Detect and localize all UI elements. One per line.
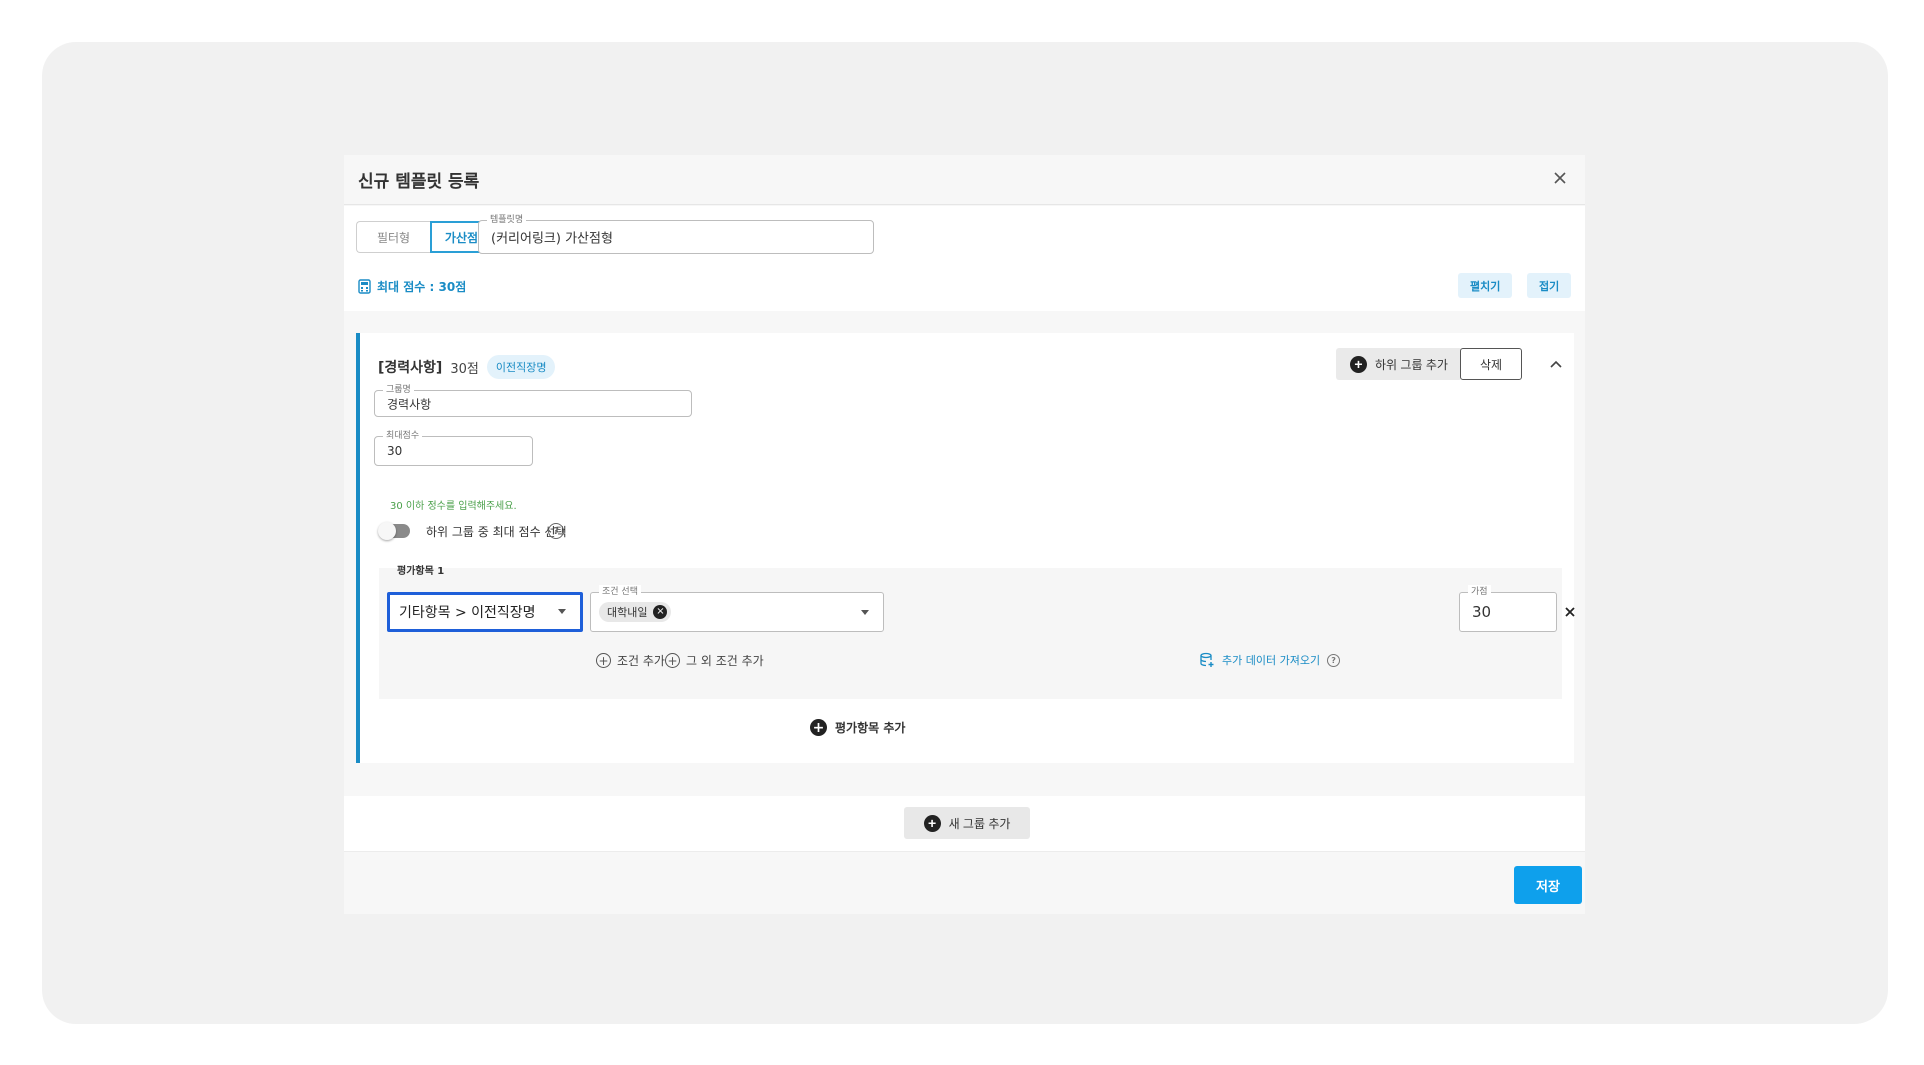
template-settings: 필터형 가산점형 템플릿명 (커리어링크) 가산점형 최대 점수 : 30점 펼… bbox=[344, 206, 1585, 311]
plus-circle-outline-icon: + bbox=[665, 653, 680, 668]
modal-title: 신규 템플릿 등록 bbox=[358, 172, 480, 192]
caret-down-icon bbox=[558, 609, 566, 614]
plus-circle-outline-icon: + bbox=[596, 653, 611, 668]
caret-down-icon bbox=[861, 610, 869, 615]
max-score-field-value: 30 bbox=[387, 444, 403, 458]
chip-remove-icon[interactable]: × bbox=[653, 605, 668, 619]
condition-chip-label: 대학내일 bbox=[607, 606, 648, 619]
add-eval-item-label: 평가항목 추가 bbox=[835, 721, 906, 735]
toggle-knob bbox=[378, 522, 396, 540]
modal-header: 신규 템플릿 등록 bbox=[344, 155, 1585, 205]
max-score-text: 최대 점수 : 30점 bbox=[377, 280, 467, 294]
group-badge: 이전직장명 bbox=[486, 355, 556, 379]
group-name-value: 경력사항 bbox=[387, 397, 432, 411]
add-subgroup-button[interactable]: + 하위 그룹 추가 bbox=[1336, 348, 1462, 380]
bonus-score-label: 가점 bbox=[1468, 585, 1491, 599]
fetch-extra-data-label: 추가 데이터 가져오기 bbox=[1222, 654, 1321, 667]
plus-circle-icon: + bbox=[810, 719, 827, 736]
expand-all-button[interactable]: 펼치기 bbox=[1458, 273, 1513, 298]
max-score-subgroup-toggle[interactable] bbox=[378, 522, 410, 540]
collapse-all-button[interactable]: 접기 bbox=[1527, 273, 1572, 298]
group-name-field[interactable]: 그룹명 경력사항 bbox=[374, 383, 692, 417]
save-button[interactable]: 저장 bbox=[1514, 866, 1582, 904]
close-icon[interactable] bbox=[1551, 169, 1569, 187]
new-group-strip: + 새 그룹 추가 bbox=[344, 796, 1585, 852]
filter-type-button[interactable]: 필터형 bbox=[356, 221, 430, 253]
condition-label: 조건 선택 bbox=[599, 585, 641, 599]
bonus-score-value: 30 bbox=[1472, 603, 1492, 621]
max-score-summary: 최대 점수 : 30점 bbox=[358, 278, 466, 295]
fetch-extra-data-button[interactable]: 추가 데이터 가져오기 ? bbox=[1199, 652, 1341, 668]
template-name-field[interactable]: 템플릿명 (커리어링크) 가산점형 bbox=[478, 213, 874, 254]
category-select[interactable]: 기타항목 > 이전직장명 bbox=[387, 592, 583, 632]
max-score-helper: 30 이하 정수를 입력해주세요. bbox=[390, 501, 517, 512]
database-icon bbox=[1200, 652, 1214, 667]
add-condition-button[interactable]: + 조건 추가 bbox=[596, 652, 665, 669]
remove-item-icon[interactable] bbox=[1561, 603, 1579, 621]
add-subgroup-label: 하위 그룹 추가 bbox=[1375, 357, 1448, 372]
template-name-label: 템플릿명 bbox=[487, 213, 527, 227]
calculator-icon bbox=[358, 279, 371, 294]
add-other-condition-label: 그 외 조건 추가 bbox=[686, 654, 764, 668]
max-score-field-label: 최대점수 bbox=[383, 429, 423, 443]
add-condition-label: 조건 추가 bbox=[617, 654, 665, 668]
chevron-up-icon[interactable] bbox=[1547, 355, 1565, 373]
eval-item-title: 평가항목 1 bbox=[397, 566, 445, 577]
group-points: 30점 bbox=[450, 361, 479, 377]
add-new-group-label: 새 그룹 추가 bbox=[948, 816, 1011, 831]
condition-select[interactable]: 조건 선택 대학내일 × bbox=[590, 585, 884, 632]
eval-item-card: 평가항목 1 기타항목 > 이전직장명 조건 선택 대학내일 × 가점 30 +… bbox=[379, 566, 1575, 699]
bonus-score-field[interactable]: 가점 30 bbox=[1459, 585, 1557, 632]
add-new-group-button[interactable]: + 새 그룹 추가 bbox=[904, 807, 1030, 839]
template-name-value: (커리어링크) 가산점형 bbox=[491, 231, 613, 247]
template-modal: 신규 템플릿 등록 필터형 가산점형 템플릿명 (커리어링크) 가산점형 최대 … bbox=[344, 155, 1585, 914]
condition-chip: 대학내일 × bbox=[599, 602, 672, 622]
add-eval-item-button[interactable]: + 평가항목 추가 bbox=[810, 719, 905, 736]
plus-circle-icon: + bbox=[923, 814, 941, 832]
max-score-field[interactable]: 최대점수 30 bbox=[374, 429, 533, 466]
group-card: [경력사항] 30점 이전직장명 + 하위 그룹 추가 삭제 그룹명 경력사항 … bbox=[356, 333, 1575, 763]
category-value: 기타항목 > 이전직장명 bbox=[399, 605, 536, 621]
group-heading: [경력사항] 30점 이전직장명 bbox=[378, 355, 556, 379]
toggle-label: 하위 그룹 중 최대 점수 선택 bbox=[426, 525, 567, 539]
group-name: [경력사항] bbox=[378, 360, 443, 376]
plus-circle-icon: + bbox=[1350, 355, 1367, 373]
add-other-condition-button[interactable]: + 그 외 조건 추가 bbox=[665, 652, 764, 669]
delete-group-button[interactable]: 삭제 bbox=[1460, 348, 1522, 380]
help-icon[interactable]: ? bbox=[1327, 653, 1341, 667]
help-icon[interactable]: ? bbox=[548, 523, 564, 539]
